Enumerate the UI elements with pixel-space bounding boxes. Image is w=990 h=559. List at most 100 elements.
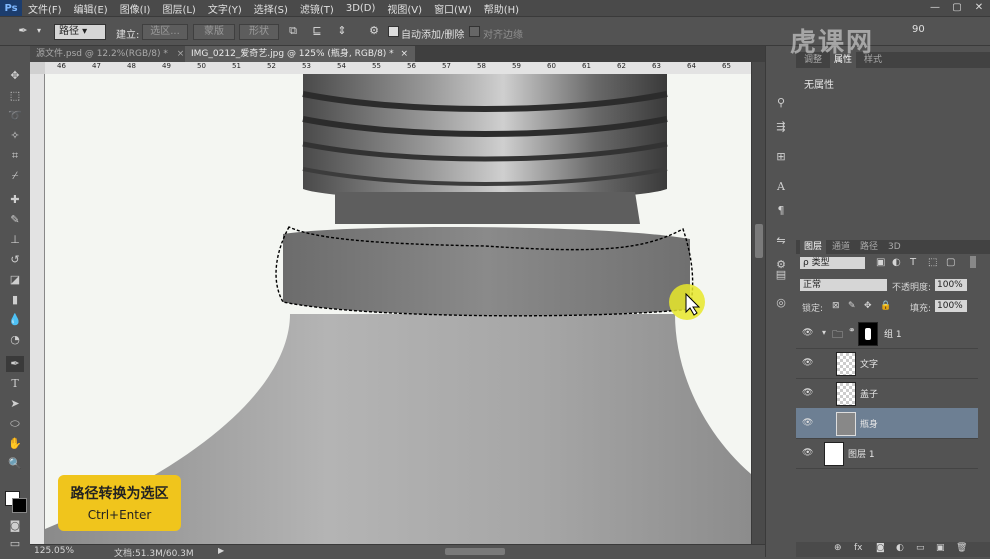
screen-mode-icon[interactable]: ▭: [6, 536, 24, 552]
paragraph-panel-icon[interactable]: ¶: [773, 204, 789, 218]
new-layer-icon[interactable]: ▣: [936, 543, 945, 553]
link-layers-icon[interactable]: ⊕: [834, 543, 842, 553]
menu-view[interactable]: 视图(V): [381, 1, 428, 16]
path-alignment-icon[interactable]: ⊑: [310, 25, 324, 37]
type-tool-icon[interactable]: T: [6, 376, 24, 392]
align-edges-checkbox[interactable]: [469, 26, 480, 37]
actions-panel-icon[interactable]: ⇶: [773, 120, 789, 134]
visibility-eye-icon[interactable]: 👁: [802, 448, 814, 458]
move-tool-icon[interactable]: ✥: [6, 68, 24, 84]
marquee-tool-icon[interactable]: ⬚: [6, 88, 24, 104]
auto-add-delete-checkbox[interactable]: [388, 26, 399, 37]
ellipse-tool-icon[interactable]: ⬭: [6, 416, 24, 432]
layer-text[interactable]: 👁 文字: [796, 348, 978, 379]
menu-window[interactable]: 窗口(W): [428, 1, 478, 16]
tab-close-icon[interactable]: ×: [401, 49, 409, 59]
layer-cap[interactable]: 👁 盖子: [796, 378, 978, 409]
filter-shape-icon[interactable]: ⬚: [928, 257, 937, 268]
link-icon[interactable]: ⚭: [848, 326, 856, 336]
magic-wand-tool-icon[interactable]: ✧: [6, 128, 24, 144]
gradient-tool-icon[interactable]: ▮: [6, 292, 24, 308]
history-panel-icon[interactable]: ⚲: [773, 96, 789, 110]
pen-tool-icon[interactable]: ✒: [16, 25, 30, 37]
blend-mode-select[interactable]: 正常: [800, 279, 887, 291]
opacity-input[interactable]: 100%: [935, 279, 967, 291]
quick-mask-icon[interactable]: ◙: [6, 518, 24, 534]
lock-transparent-icon[interactable]: ⊠: [832, 301, 840, 311]
layer-group-1[interactable]: 👁 ▾ 🗀 ⚭ 组 1: [796, 318, 978, 349]
tab-layers[interactable]: 图层: [800, 239, 827, 255]
make-shape-button[interactable]: 形状: [239, 24, 279, 40]
eyedropper-tool-icon[interactable]: ⌿: [6, 168, 24, 184]
filter-type-icon[interactable]: T: [910, 257, 916, 268]
tool-mode-select[interactable]: 路径 ▾: [54, 24, 106, 40]
filter-adjustment-icon[interactable]: ◐: [892, 257, 901, 268]
hand-tool-icon[interactable]: ✋: [6, 436, 24, 452]
tab-source-file[interactable]: 源文件.psd @ 12.2%(RGB/8) * ×: [30, 46, 190, 62]
filter-toggle[interactable]: [970, 256, 976, 268]
menu-image[interactable]: 图像(I): [114, 1, 157, 16]
menu-help[interactable]: 帮助(H): [478, 1, 525, 16]
group-expand-chevron-icon[interactable]: ▾: [822, 328, 826, 337]
visibility-eye-icon[interactable]: 👁: [802, 358, 814, 368]
layer-1[interactable]: 👁 图层 1: [796, 438, 978, 469]
group-mask-thumbnail[interactable]: [858, 322, 878, 346]
make-mask-button[interactable]: 蒙版: [193, 24, 235, 40]
tab-3d[interactable]: 3D: [884, 239, 905, 255]
crop-tool-icon[interactable]: ⌗: [6, 148, 24, 164]
lasso-tool-icon[interactable]: ➰: [6, 108, 24, 124]
dodge-tool-icon[interactable]: ◔: [6, 332, 24, 348]
vertical-scrollbar[interactable]: [751, 62, 766, 544]
menu-3d[interactable]: 3D(D): [340, 3, 382, 14]
menu-filter[interactable]: 滤镜(T): [294, 1, 340, 16]
fx-icon[interactable]: fx: [854, 543, 863, 553]
tools-preset-icon[interactable]: ▤: [773, 268, 789, 282]
brush-tool-icon[interactable]: ✎: [6, 212, 24, 228]
make-selection-button[interactable]: 选区...: [142, 24, 188, 40]
path-selection-tool-icon[interactable]: ➤: [6, 396, 24, 412]
menu-select[interactable]: 选择(S): [248, 1, 294, 16]
tab-paths[interactable]: 路径: [856, 239, 882, 255]
zoom-tool-icon[interactable]: 🔍: [6, 456, 24, 472]
horizontal-scrollbar-thumb[interactable]: [445, 548, 505, 555]
fill-input[interactable]: 100%: [935, 300, 967, 312]
layer-bottle-body[interactable]: 👁 瓶身: [796, 408, 978, 439]
maximize-button[interactable]: ▢: [946, 0, 968, 15]
eraser-tool-icon[interactable]: ◪: [6, 272, 24, 288]
gear-icon[interactable]: ⚙: [367, 25, 381, 37]
visibility-eye-icon[interactable]: 👁: [802, 328, 814, 338]
lock-image-icon[interactable]: ✎: [848, 301, 856, 311]
background-color-swatch[interactable]: [12, 498, 27, 513]
menu-file[interactable]: 文件(F): [22, 1, 68, 16]
menu-type[interactable]: 文字(Y): [202, 1, 248, 16]
tool-preset-chevron-icon[interactable]: ▾: [32, 25, 46, 37]
blur-tool-icon[interactable]: 💧: [6, 312, 24, 328]
lock-all-icon[interactable]: 🔒: [880, 301, 891, 311]
new-group-icon[interactable]: ▭: [916, 543, 925, 553]
layer-filter-select[interactable]: ρ 类型: [800, 257, 865, 269]
tab-close-icon[interactable]: ×: [177, 49, 185, 59]
scrollbar-thumb[interactable]: [755, 224, 763, 258]
visibility-eye-icon[interactable]: 👁: [802, 418, 814, 428]
menu-layer[interactable]: 图层(L): [156, 1, 201, 16]
tab-active-image[interactable]: IMG_0212_爱奇艺.jpg @ 125% (瓶身, RGB/8) * ×: [185, 46, 415, 62]
adjustments-icon[interactable]: ⇋: [773, 234, 789, 248]
close-button[interactable]: ✕: [968, 0, 990, 15]
tab-channels[interactable]: 通道: [828, 239, 854, 255]
minimize-button[interactable]: —: [924, 0, 946, 15]
lock-position-icon[interactable]: ✥: [864, 301, 872, 311]
visibility-eye-icon[interactable]: 👁: [802, 388, 814, 398]
healing-brush-tool-icon[interactable]: ✚: [6, 192, 24, 208]
history-brush-tool-icon[interactable]: ↺: [6, 252, 24, 268]
path-operations-icon[interactable]: ⧉: [286, 25, 300, 37]
brush-panel-icon[interactable]: ⊞: [773, 150, 789, 164]
filter-smart-icon[interactable]: ▢: [946, 257, 955, 268]
add-mask-icon[interactable]: ◙: [876, 543, 885, 553]
pen-tool-icon[interactable]: ✒: [6, 356, 24, 372]
path-arrangement-icon[interactable]: ⇕: [335, 25, 349, 37]
status-arrow-icon[interactable]: ▶: [218, 546, 224, 555]
trash-icon[interactable]: 🗑: [956, 543, 967, 553]
zoom-level[interactable]: 125.05%: [34, 546, 74, 556]
adjustment-layer-icon[interactable]: ◐: [896, 543, 904, 553]
character-panel-icon[interactable]: A: [773, 180, 789, 194]
